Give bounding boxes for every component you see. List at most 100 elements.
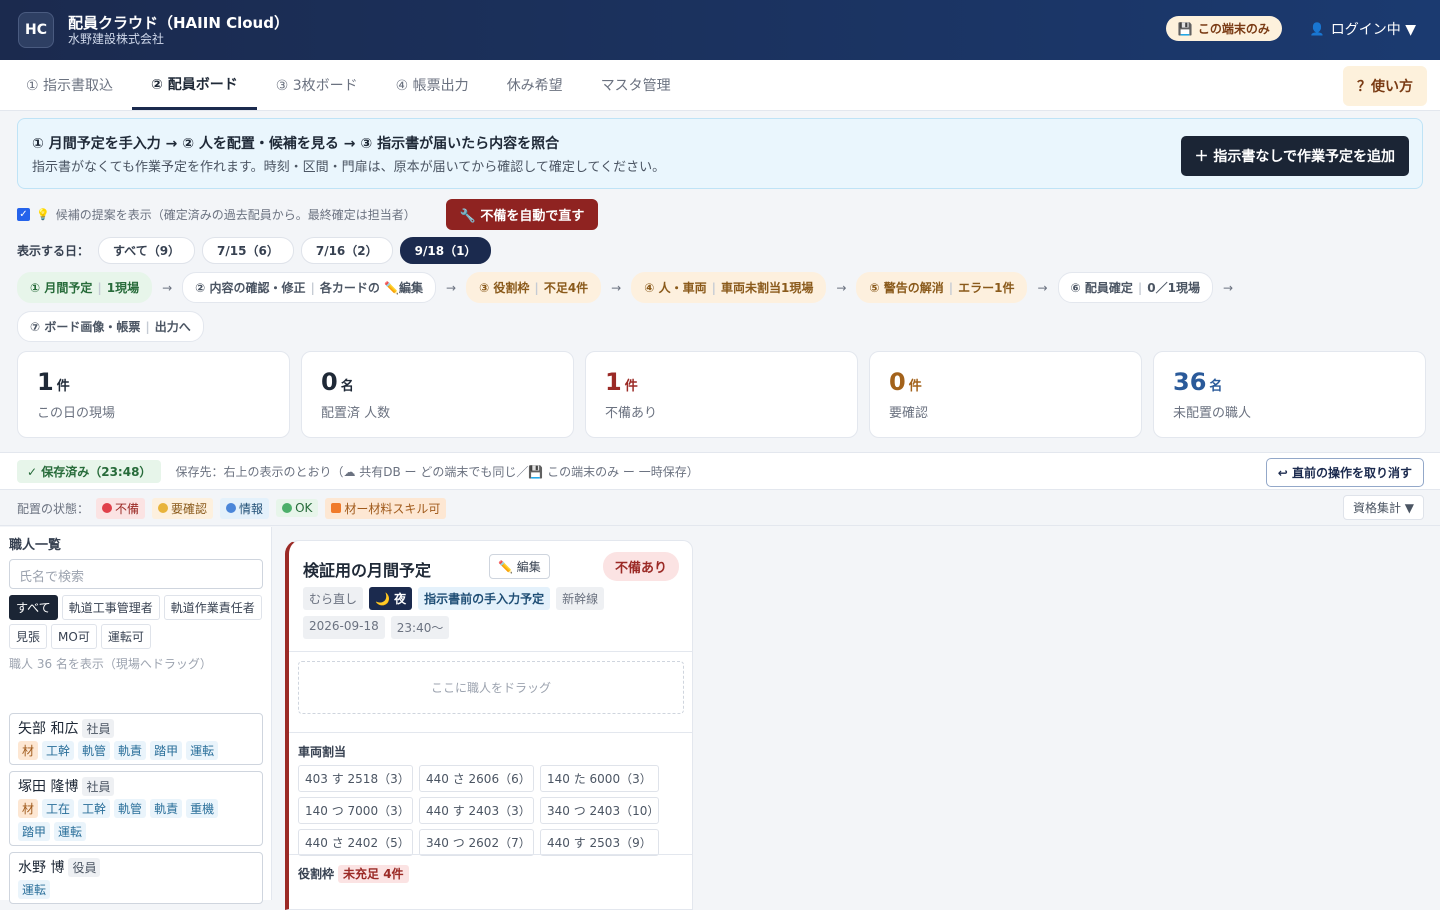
skill-tag: 工幹 <box>78 799 111 818</box>
skill-tag: 軌管 <box>114 799 147 818</box>
step-2[interactable]: ② 内容の確認・修正 | 各カードの ✏️編集 <box>182 272 437 303</box>
filter-leader[interactable]: 軌道作業責任者 <box>163 595 262 620</box>
role-shortage-badge: 未充足 4件 <box>338 865 409 883</box>
vehicle-chip[interactable]: 403 す 2518（3） <box>298 765 413 792</box>
status-legend: 配置の状態： 不備 要確認 情報 OK 材ー材料スキル可 資格集計 ▼ <box>0 491 1440 526</box>
legend-label: 配置の状態： <box>17 501 90 516</box>
vehicle-section-title: 車両割当 <box>298 745 347 759</box>
qualification-summary-button[interactable]: 資格集計 ▼ <box>1342 495 1424 520</box>
help-button[interactable]: ？使い方 <box>1343 66 1427 106</box>
undo-button[interactable]: ↩ 直前の操作を取り消す <box>1265 458 1424 487</box>
save-note: 保存先：右上の表示のとおり（☁ 共有DB ー どの端末でも同じ／💾 この端末のみ… <box>175 464 699 479</box>
arrow-icon: → <box>1222 280 1234 295</box>
site-card: 検証用の月間予定 ✏️ 編集 不備あり むら直し 🌙 夜 指示書前の手入力予定 … <box>285 540 693 910</box>
tab-three-board[interactable]: ③ 3枚ボード <box>257 60 377 110</box>
legend-ng: 不備 <box>96 497 146 519</box>
user-icon: 👤 <box>1309 21 1325 36</box>
stat-unassigned: 36 名未配置の職人 <box>1153 351 1426 438</box>
vehicle-chip[interactable]: 140 つ 7000（3） <box>298 797 413 824</box>
divider <box>289 651 692 652</box>
skill-tag: 工在 <box>42 799 75 818</box>
autofix-button[interactable]: 🔧 不備を自動で直す <box>445 199 599 230</box>
worker-name: 水野 博 <box>18 860 65 876</box>
tab-report[interactable]: ④ 帳票出力 <box>377 60 488 110</box>
worker-panel: 職人一覧 氏名で検索 すべて 軌道工事管理者 軌道作業責任者 見張 MO可 運転… <box>0 527 272 904</box>
vehicle-chip[interactable]: 440 す 2503（9） <box>540 829 659 856</box>
step-1[interactable]: ① 月間予定 | 1現場 <box>17 272 153 303</box>
floppy-icon: 💾 <box>1177 21 1193 36</box>
step-5[interactable]: ⑤ 警告の解消 | エラー1件 <box>856 272 1028 303</box>
worker-list: 矢部 和広 社員 材工幹 軌管 軌責 踏甲 運転 塚田 隆博 社員 材工在 工幹 軌管 軌責 重機踏… <box>9 713 263 910</box>
worker-role: 社員 <box>82 776 115 796</box>
arrow-icon: → <box>611 280 622 295</box>
device-storage-badge[interactable]: 💾 この端末のみ <box>1165 16 1282 41</box>
divider <box>289 732 692 733</box>
skill-tag: 踏甲 <box>18 822 51 841</box>
vehicle-chip[interactable]: 440 さ 2402（5） <box>298 829 413 856</box>
worker-role: 役員 <box>68 857 101 877</box>
vehicle-chip[interactable]: 340 つ 2602（7） <box>419 829 534 856</box>
step-6[interactable]: ⑥ 配員確定 | 0／1現場 <box>1057 272 1213 303</box>
manual-plan-badge: 指示書前の手入力予定 <box>418 587 551 610</box>
worker-search-input[interactable]: 氏名で検索 <box>9 559 263 589</box>
vehicle-chip[interactable]: 340 つ 2403（10） <box>540 797 659 824</box>
stat-sites: 1 件この日の現場 <box>17 351 290 438</box>
worker-count: 職人 36 名を表示（現場へドラッグ） <box>9 657 212 671</box>
brand: 配員クラウド（HAIIN Cloud） 水野建設株式会社 <box>68 14 289 46</box>
step-3[interactable]: ③ 役割枠 | 不足4件 <box>466 272 602 303</box>
worker-role: 社員 <box>82 718 115 738</box>
skill-tag: 運転 <box>18 880 51 899</box>
tab-master[interactable]: マスタ管理 <box>582 60 690 110</box>
vehicle-chip[interactable]: 440 さ 2606（6） <box>419 765 534 792</box>
status-badge: 不備あり <box>602 552 679 581</box>
day-chip-0716[interactable]: 7/16（2） <box>300 237 393 264</box>
skill-tag: 重機 <box>186 799 219 818</box>
skill-tag: 軌責 <box>150 799 183 818</box>
worker-card[interactable]: 矢部 和広 社員 材工幹 軌管 軌責 踏甲 運転 <box>9 713 263 765</box>
vehicle-grid: 403 す 2518（3） 440 さ 2606（6） 140 た 6000（3… <box>298 765 659 856</box>
app-title: 配員クラウド（HAIIN Cloud） <box>68 13 289 32</box>
legend-info: 情報 <box>220 497 270 519</box>
filter-driver[interactable]: 運転可 <box>100 624 151 649</box>
main-tabs: ① 指示書取込 ② 配員ボード ③ 3枚ボード ④ 帳票出力 休み希望 マスタ管… <box>0 60 1440 111</box>
day-chip-all[interactable]: すべて（9） <box>98 237 196 264</box>
bulb-icon: 💡 <box>36 208 50 221</box>
step-7[interactable]: ⑦ ボード画像・帳票 | 出力へ <box>17 311 204 342</box>
work-time: 23:40〜 <box>390 616 450 639</box>
skill-tag: 運転 <box>54 822 87 841</box>
worker-card[interactable]: 水野 博役員 運転 <box>9 852 263 904</box>
legend-material: 材ー材料スキル可 <box>325 497 447 519</box>
vehicle-chip[interactable]: 140 た 6000（3） <box>540 765 659 792</box>
suggest-checkbox[interactable]: ✓ <box>17 208 30 221</box>
day-chip-0715[interactable]: 7/15（6） <box>202 237 294 264</box>
company-name: 水野建設株式会社 <box>68 31 165 46</box>
app-header: HC 配員クラウド（HAIIN Cloud） 水野建設株式会社 💾 この端末のみ … <box>0 0 1440 60</box>
workflow-banner: ① 月間予定を手入力 → ② 人を配置・候補を見る → ③ 指示書が届いたら内容… <box>17 118 1423 189</box>
skill-tag: 運転 <box>186 741 219 760</box>
arrow-icon: → <box>836 280 847 295</box>
filter-manager[interactable]: 軌道工事管理者 <box>61 595 160 620</box>
filter-all[interactable]: すべて <box>9 595 58 620</box>
filter-lookout[interactable]: 見張 <box>9 624 48 649</box>
tab-holiday[interactable]: 休み希望 <box>488 60 582 110</box>
worker-drop-zone[interactable]: ここに職人をドラッグ <box>298 661 684 714</box>
login-menu[interactable]: 👤 ログイン中 ▼ <box>1310 19 1416 39</box>
stat-assigned: 0 名配置済 人数 <box>301 351 574 438</box>
step-4[interactable]: ④ 人・車両 | 車両未割当1現場 <box>631 272 827 303</box>
worker-card[interactable]: 塚田 隆博 社員 材工在 工幹 軌管 軌責 重機 踏甲 運転 <box>9 771 263 846</box>
skill-tag: 踏甲 <box>150 741 183 760</box>
add-plan-button[interactable]: ＋ 指示書なしで作業予定を追加 <box>1180 136 1409 176</box>
filter-mo[interactable]: MO可 <box>51 624 97 649</box>
legend-ok: OK <box>276 499 319 517</box>
edit-button[interactable]: ✏️ 編集 <box>489 554 550 579</box>
day-filter: 表示する日： すべて（9） 7/15（6） 7/16（2） 9/18（1） <box>17 237 492 264</box>
site-title: 検証用の月間予定 <box>303 561 432 580</box>
day-chip-0918[interactable]: 9/18（1） <box>399 237 492 264</box>
site-meta: むら直し 🌙 夜 指示書前の手入力予定 新幹線 2026-09-18 23:40… <box>303 587 633 639</box>
work-type: むら直し <box>303 587 364 610</box>
tab-import[interactable]: ① 指示書取込 <box>7 60 132 110</box>
tab-board[interactable]: ② 配員ボード <box>132 60 257 110</box>
save-bar: ✓ 保存済み（23:48） 保存先：右上の表示のとおり（☁ 共有DB ー どの端… <box>0 452 1440 490</box>
worker-filters: すべて 軌道工事管理者 軌道作業責任者 見張 MO可 運転可 <box>9 595 263 649</box>
vehicle-chip[interactable]: 440 す 2403（3） <box>419 797 534 824</box>
